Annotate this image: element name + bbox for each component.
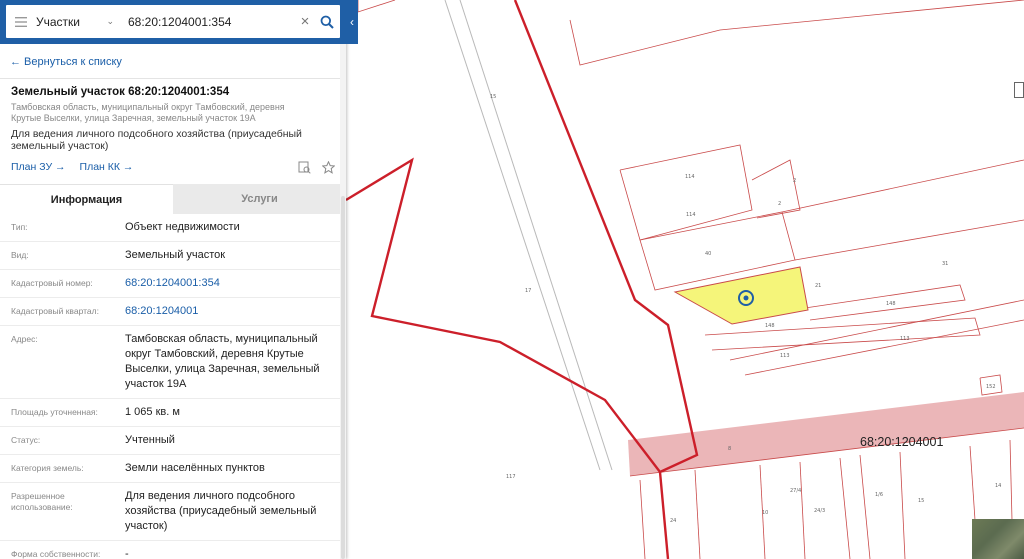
property-row: Кадастровый номер: 68:20:1204001:354	[0, 270, 346, 298]
cadastral-quarter-link[interactable]: 68:20:1204001	[125, 304, 338, 319]
property-value: Тамбовская область, муниципальный округ …	[125, 333, 320, 390]
parcel-number-label: 2	[793, 178, 796, 184]
parcel-number-label: 152	[986, 384, 996, 390]
object-address: Тамбовская область, муниципальный округ …	[11, 102, 285, 123]
search-icon[interactable]	[314, 5, 340, 38]
parcel-number-label: 27/4	[790, 488, 801, 494]
parcel-number-label: 8	[728, 446, 731, 452]
property-row: Вид: Земельный участок	[0, 242, 346, 270]
tab-information[interactable]: Информация	[0, 184, 173, 214]
parcel-number-label: 21	[815, 283, 821, 289]
parcel-number-label: 114	[686, 212, 696, 218]
search-bar: Участки ⌄ 68:20:1204001:354 ×	[0, 0, 346, 44]
quarter-label: 68:20:1204001	[860, 435, 944, 449]
cadastral-number-link[interactable]: 68:20:1204001:354	[125, 276, 338, 291]
property-label: Кадастровый номер:	[11, 278, 93, 288]
basemap-switcher[interactable]	[972, 519, 1024, 559]
property-row: Тип: Объект недвижимости	[0, 214, 346, 242]
clear-icon[interactable]: ×	[296, 13, 314, 30]
property-value: Земли населённых пунктов	[125, 462, 265, 474]
info-panel: Участки ⌄ 68:20:1204001:354 × ← Вернутьс…	[0, 0, 346, 559]
object-purpose: Для ведения личного подсобного хозяйства…	[11, 128, 302, 152]
property-label: Статус:	[11, 435, 41, 445]
scrollbar[interactable]	[341, 196, 345, 559]
property-value: Учтенный	[125, 434, 175, 446]
parcel-number-label: 17	[525, 288, 531, 294]
property-value: 1 065 кв. м	[125, 406, 180, 418]
property-value: Земельный участок	[125, 249, 226, 261]
object-title: Земельный участок 68:20:1204001:354	[11, 86, 230, 98]
plan-links: План ЗУ → План КК →	[0, 152, 346, 176]
property-label: Вид:	[11, 250, 29, 260]
parcel-number-label: 117	[506, 474, 516, 480]
menu-icon[interactable]	[6, 5, 36, 38]
parcel-number-label: 14	[995, 483, 1001, 489]
parcel-number-label: 148	[765, 323, 775, 329]
property-row: Категория земель: Земли населённых пункт…	[0, 455, 346, 483]
parcel-number-label: 113	[780, 353, 790, 359]
property-value: -	[125, 548, 129, 559]
parcel-number-label: 113	[900, 336, 910, 342]
property-label: Разрешенное использование:	[11, 491, 73, 512]
property-label: Площадь уточненная:	[11, 407, 98, 417]
property-row: Кадастровый квартал: 68:20:1204001	[0, 298, 346, 326]
parcel-number-label: 114	[685, 174, 695, 180]
search-box: Участки ⌄ 68:20:1204001:354 ×	[6, 5, 340, 38]
property-value: Объект недвижимости	[125, 221, 240, 233]
property-value: Для ведения личного подсобного хозяйства…	[125, 490, 317, 532]
parcel-number-label: 148	[886, 301, 896, 307]
search-type-select[interactable]: Участки ⌄	[36, 15, 118, 29]
map-control-button[interactable]	[1014, 82, 1024, 98]
property-label: Форма собственности:	[11, 549, 101, 559]
property-label: Кадастровый квартал:	[11, 306, 99, 316]
tab-bar: Информация Услуги	[0, 184, 346, 214]
parcel-number-label: 2	[778, 201, 781, 207]
print-icon[interactable]	[296, 159, 312, 175]
property-label: Тип:	[11, 222, 28, 232]
property-row: Статус: Учтенный	[0, 427, 346, 455]
parcel-number-label: 31	[942, 261, 948, 267]
star-icon[interactable]	[320, 159, 336, 175]
property-row: Адрес: Тамбовская область, муниципальный…	[0, 326, 346, 399]
search-input[interactable]: 68:20:1204001:354	[118, 15, 296, 29]
parcel-number-label: 40	[705, 251, 711, 257]
parcel-number-label: 1/6	[875, 492, 883, 498]
back-to-list-link[interactable]: ← Вернуться к списку	[0, 44, 346, 78]
property-list: Тип: Объект недвижимости Вид: Земельный …	[0, 214, 346, 559]
property-row: Площадь уточненная: 1 065 кв. м	[0, 399, 346, 427]
plan-zu-link[interactable]: План ЗУ →	[11, 161, 66, 173]
parcel-number-label: 24/3	[814, 508, 825, 514]
parcel-number-label: 10	[762, 510, 768, 516]
collapse-panel-icon[interactable]: ‹	[346, 0, 358, 44]
tab-services[interactable]: Услуги	[173, 184, 346, 214]
search-type-label: Участки	[36, 14, 80, 29]
property-row: Разрешенное использование: Для ведения л…	[0, 483, 346, 541]
parcel-number-label: 15	[918, 498, 924, 504]
property-label: Категория земель:	[11, 463, 84, 473]
chevron-down-icon: ⌄	[106, 16, 114, 26]
property-label: Адрес:	[11, 334, 38, 344]
parcel-number-label: 15	[490, 94, 496, 100]
parcel-number-label: 24	[670, 518, 676, 524]
property-row: Форма собственности: -	[0, 541, 346, 559]
plan-kk-link[interactable]: План КК →	[80, 161, 134, 173]
